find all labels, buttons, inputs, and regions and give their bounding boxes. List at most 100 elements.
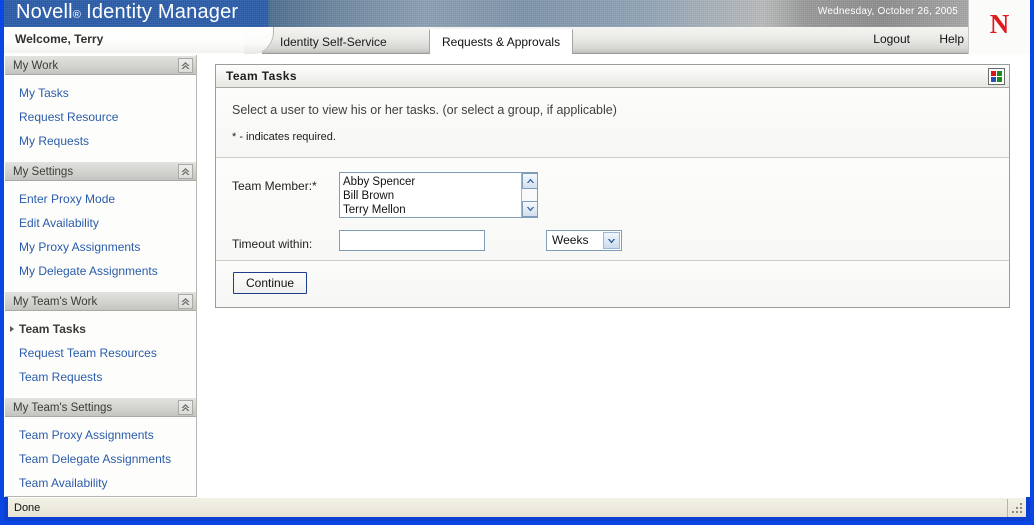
- sidebar-item-my-tasks[interactable]: My Tasks: [5, 81, 196, 105]
- chevron-double-up-icon[interactable]: [178, 294, 193, 309]
- legend-swatch-green-1: [997, 71, 1002, 76]
- list-item[interactable]: Terry Mellon: [340, 203, 537, 217]
- sidebar-section-title: My Team's Work: [13, 296, 97, 308]
- sidebar-item-request-team-resources[interactable]: Request Team Resources: [5, 341, 196, 365]
- panel-header: Team Tasks: [216, 65, 1009, 88]
- sidebar-item-label: Team Requests: [19, 370, 102, 384]
- sidebar-items-my-work: My Tasks Request Resource My Requests: [5, 75, 196, 161]
- team-member-listbox[interactable]: Abby Spencer Bill Brown Terry Mellon: [339, 172, 538, 218]
- registered-mark-icon: ®: [73, 9, 81, 21]
- brand-name: Novell: [16, 1, 73, 23]
- help-link[interactable]: Help: [939, 32, 964, 46]
- sidebar-items-my-teams-work: Team Tasks Request Team Resources Team R…: [5, 311, 196, 397]
- sidebar-item-my-delegate-assignments[interactable]: My Delegate Assignments: [5, 259, 196, 283]
- sidebar-item-label: Request Team Resources: [19, 346, 157, 360]
- sidebar-section-title: My Work: [13, 60, 58, 72]
- sidebar-item-request-resource[interactable]: Request Resource: [5, 105, 196, 129]
- sidebar-nav: My Work My Tasks Request Resource My Req…: [5, 55, 197, 497]
- sidebar-section-header-my-settings[interactable]: My Settings: [5, 161, 196, 181]
- sidebar-item-label: My Tasks: [19, 86, 69, 100]
- welcome-text: Welcome, Terry: [15, 32, 103, 46]
- listbox-scrollbar[interactable]: [521, 173, 537, 217]
- sidebar-section-my-teams-work: My Team's Work Team Tasks Request Team R…: [5, 291, 196, 397]
- team-tasks-form: Team Member:* Abby Spencer Bill Brown Te…: [216, 158, 1009, 261]
- novell-logo-box: N: [968, 0, 1030, 54]
- sidebar-item-team-delegate-assignments[interactable]: Team Delegate Assignments: [5, 447, 196, 471]
- chevron-up-icon[interactable]: [522, 173, 538, 189]
- instruction-text: Select a user to view his or her tasks. …: [232, 103, 1009, 117]
- banner-date: Wednesday, October 26, 2005: [818, 6, 958, 17]
- timeout-input[interactable]: [339, 230, 485, 251]
- welcome-area: Welcome, Terry: [4, 27, 262, 54]
- sidebar-item-label: Team Availability: [19, 476, 108, 490]
- sidebar-section-header-my-teams-settings[interactable]: My Team's Settings: [5, 397, 196, 417]
- top-links: Logout Help: [847, 32, 964, 46]
- resize-grip-icon[interactable]: [1008, 499, 1026, 517]
- tab-identity-self-service[interactable]: Identity Self-Service: [268, 30, 399, 54]
- app-banner: Novell® Identity Manager Wednesday, Octob…: [4, 0, 1030, 27]
- required-note: * - indicates required.: [232, 131, 1009, 143]
- sidebar-item-label: Team Proxy Assignments: [19, 428, 154, 442]
- brand-title: Novell® Identity Manager: [16, 1, 238, 24]
- scrollbar-track[interactable]: [522, 189, 537, 201]
- sidebar-item-enter-proxy-mode[interactable]: Enter Proxy Mode: [5, 187, 196, 211]
- tab-label: Identity Self-Service: [280, 35, 387, 49]
- sidebar-item-label: Edit Availability: [19, 216, 99, 230]
- page-body: My Work My Tasks Request Resource My Req…: [4, 55, 1030, 497]
- tab-label: Requests & Approvals: [442, 35, 560, 49]
- sidebar-section-title: My Settings: [13, 166, 73, 178]
- chevron-down-icon[interactable]: [522, 201, 538, 217]
- chevron-double-up-icon[interactable]: [178, 164, 193, 179]
- tab-strip: Welcome, Terry Identity Self-Service Req…: [4, 27, 1030, 54]
- panel-instructions: Select a user to view his or her tasks. …: [216, 88, 1009, 158]
- sidebar-item-label: Team Tasks: [19, 322, 86, 336]
- page-title: Team Tasks: [226, 69, 297, 83]
- legend-swatch-red: [991, 71, 996, 76]
- sidebar-item-team-availability[interactable]: Team Availability: [5, 471, 196, 495]
- chevron-double-up-icon[interactable]: [178, 400, 193, 415]
- sidebar-item-my-requests[interactable]: My Requests: [5, 129, 196, 153]
- legend-swatch-green-2: [997, 77, 1002, 82]
- sidebar-item-team-proxy-assignments[interactable]: Team Proxy Assignments: [5, 423, 196, 447]
- sidebar-item-label: My Delegate Assignments: [19, 264, 158, 278]
- product-name: Identity Manager: [86, 1, 238, 23]
- status-text: Done: [8, 502, 1007, 514]
- status-bar: Done: [8, 497, 1026, 517]
- sidebar-section-header-my-work[interactable]: My Work: [5, 55, 196, 75]
- continue-button[interactable]: Continue: [233, 272, 307, 294]
- chevron-down-icon[interactable]: [603, 232, 620, 249]
- selected-bullet-icon: [10, 326, 14, 332]
- sidebar-items-my-teams-settings: Team Proxy Assignments Team Delegate Ass…: [5, 417, 196, 497]
- team-member-label: Team Member:*: [232, 179, 317, 193]
- page-viewport: Novell® Identity Manager Wednesday, Octob…: [4, 0, 1030, 497]
- sidebar-item-label: Request Resource: [19, 110, 118, 124]
- browser-window: Novell® Identity Manager Wednesday, Octob…: [0, 0, 1034, 525]
- sidebar-section-my-work: My Work My Tasks Request Resource My Req…: [5, 55, 196, 161]
- sidebar-item-label: My Proxy Assignments: [19, 240, 140, 254]
- novell-n-logo-icon: N: [969, 11, 1030, 38]
- sidebar-item-my-proxy-assignments[interactable]: My Proxy Assignments: [5, 235, 196, 259]
- main-content: Team Tasks Select a user to view his or …: [198, 55, 1029, 497]
- sidebar-item-team-tasks[interactable]: Team Tasks: [5, 317, 196, 341]
- timeout-unit-select[interactable]: Weeks: [546, 230, 622, 251]
- chevron-double-up-icon[interactable]: [178, 58, 193, 73]
- panel-actions: Continue: [216, 261, 1009, 307]
- sidebar-item-team-requests[interactable]: Team Requests: [5, 365, 196, 389]
- color-legend-grid-icon[interactable]: [988, 68, 1005, 85]
- sidebar-section-my-teams-settings: My Team's Settings Team Proxy Assignment…: [5, 397, 196, 497]
- team-tasks-panel: Team Tasks Select a user to view his or …: [215, 64, 1010, 308]
- list-item[interactable]: Bill Brown: [340, 189, 537, 203]
- select-value: Weeks: [552, 233, 588, 247]
- sidebar-section-title: My Team's Settings: [13, 402, 112, 414]
- sidebar-item-label: My Requests: [19, 134, 89, 148]
- legend-grid: [991, 71, 1002, 82]
- logout-link[interactable]: Logout: [873, 32, 910, 46]
- list-item[interactable]: Abby Spencer: [340, 173, 537, 189]
- legend-swatch-blue: [991, 77, 996, 82]
- sidebar-section-my-settings: My Settings Enter Proxy Mode Edit Availa…: [5, 161, 196, 291]
- tab-requests-and-approvals[interactable]: Requests & Approvals: [429, 29, 573, 54]
- sidebar-items-my-settings: Enter Proxy Mode Edit Availability My Pr…: [5, 181, 196, 291]
- sidebar-item-label: Team Delegate Assignments: [19, 452, 171, 466]
- sidebar-section-header-my-teams-work[interactable]: My Team's Work: [5, 291, 196, 311]
- sidebar-item-edit-availability[interactable]: Edit Availability: [5, 211, 196, 235]
